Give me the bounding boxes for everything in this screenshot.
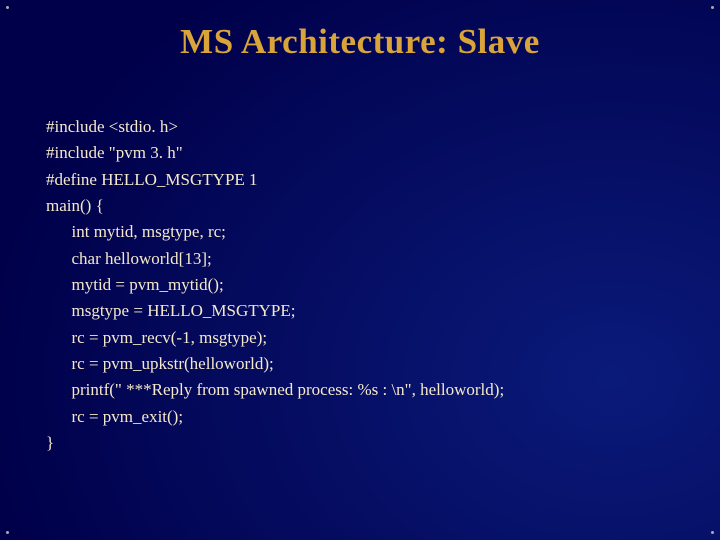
code-line: char helloworld[13]; — [46, 249, 212, 268]
code-line: rc = pvm_upkstr(helloworld); — [46, 354, 274, 373]
corner-dot-tl — [6, 6, 9, 9]
code-line: #include "pvm 3. h" — [46, 143, 183, 162]
page-title: MS Architecture: Slave — [0, 22, 720, 62]
code-line: printf(" ***Reply from spawned process: … — [46, 380, 504, 399]
code-block: #include <stdio. h> #include "pvm 3. h" … — [46, 114, 660, 456]
corner-dot-bl — [6, 531, 9, 534]
corner-dot-tr — [711, 6, 714, 9]
code-line: #include <stdio. h> — [46, 117, 178, 136]
code-line: rc = pvm_exit(); — [46, 407, 183, 426]
code-line: int mytid, msgtype, rc; — [46, 222, 226, 241]
code-line: main() { — [46, 196, 104, 215]
code-line: } — [46, 433, 54, 452]
corner-dot-br — [711, 531, 714, 534]
code-line: #define HELLO_MSGTYPE 1 — [46, 170, 258, 189]
code-line: msgtype = HELLO_MSGTYPE; — [46, 301, 295, 320]
code-line: rc = pvm_recv(-1, msgtype); — [46, 328, 267, 347]
slide: MS Architecture: Slave #include <stdio. … — [0, 0, 720, 540]
code-line: mytid = pvm_mytid(); — [46, 275, 224, 294]
